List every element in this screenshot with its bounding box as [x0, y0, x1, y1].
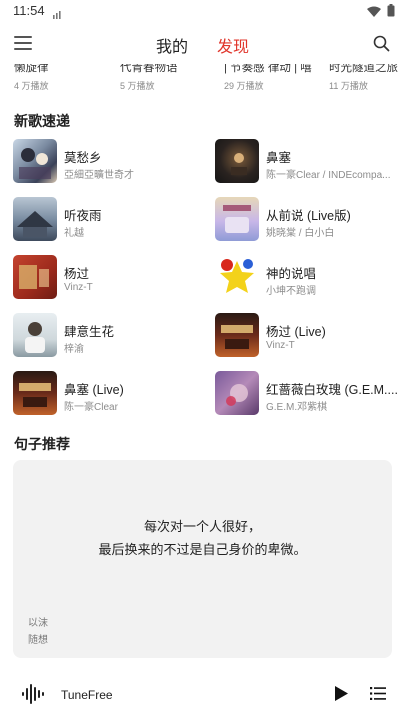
- playlist-title: 懒旋律: [14, 64, 49, 74]
- song-item[interactable]: 红蔷薇白玫瑰 (G.E.M.... G.E.M.邓紫棋: [215, 369, 405, 417]
- song-name: 红蔷薇白玫瑰 (G.E.M....: [266, 383, 398, 397]
- song-name: 鼻塞: [266, 151, 292, 165]
- song-item[interactable]: 鼻塞 陈一豪Clear / INDEcompa...: [215, 137, 405, 185]
- menu-icon[interactable]: [14, 36, 32, 52]
- song-artist: Vinz-T: [266, 340, 295, 351]
- album-cover: [13, 197, 57, 241]
- song-name: 听夜雨: [64, 209, 102, 223]
- song-item[interactable]: 从前说 (Live版) 姚晓棠 / 白小白: [215, 195, 405, 243]
- song-item[interactable]: 听夜雨 礼越: [13, 195, 203, 243]
- section-title-new-songs: 新歌速递: [14, 113, 70, 129]
- playlist-strip: 懒旋律 4 万播放 代青春物语 5 万播放 | 节奏感 律动 | 嘻 29 万播…: [0, 64, 405, 96]
- song-name: 鼻塞 (Live): [64, 383, 124, 397]
- album-cover: [13, 255, 57, 299]
- song-item[interactable]: 莫愁乡 亞細亞曠世奇才: [13, 137, 203, 185]
- album-cover: [215, 139, 259, 183]
- album-cover: [13, 139, 57, 183]
- mini-player[interactable]: TuneFree: [0, 674, 405, 714]
- section-title-quote: 句子推荐: [14, 436, 70, 452]
- quote-source: 随想: [28, 635, 48, 646]
- quote-text: 每次对一个人很好， 最后换来的不过是自己身价的卑微。: [13, 515, 392, 561]
- song-artist: 陈一豪Clear: [64, 402, 118, 413]
- song-name: 杨过 (Live): [266, 325, 326, 339]
- search-icon[interactable]: [373, 35, 390, 57]
- playlist-queue-icon[interactable]: [370, 687, 386, 705]
- status-bar: 11:54: [0, 0, 405, 22]
- album-cover: [215, 371, 259, 415]
- quote-card[interactable]: 每次对一个人很好， 最后换来的不过是自己身价的卑微。 以沫 随想: [13, 460, 392, 658]
- song-item[interactable]: 鼻塞 (Live) 陈一豪Clear: [13, 369, 203, 417]
- playlist-title: 时光隧道之旅: [329, 64, 398, 74]
- play-icon[interactable]: [334, 686, 348, 706]
- song-artist: G.E.M.邓紫棋: [266, 402, 328, 413]
- song-item[interactable]: 神的说唱 小坤不跑调: [215, 253, 405, 301]
- album-cover: [215, 313, 259, 357]
- wifi-icon: [367, 4, 381, 22]
- playlist-title: | 节奏感 律动 | 嘻: [224, 64, 312, 74]
- album-cover: [13, 313, 57, 357]
- playlist-play-count: 4 万播放: [14, 81, 49, 91]
- playlist-card[interactable]: 懒旋律 4 万播放: [14, 64, 104, 92]
- signal-activity-icon: [53, 6, 61, 24]
- playlist-play-count: 5 万播放: [120, 81, 155, 91]
- status-time: 11:54: [13, 3, 45, 18]
- player-title: TuneFree: [61, 688, 113, 702]
- playlist-card[interactable]: 时光隧道之旅 11 万播放: [329, 64, 405, 92]
- song-artist: 亞細亞曠世奇才: [64, 170, 134, 181]
- song-item[interactable]: 肆意生花 梓渝: [13, 311, 203, 359]
- song-item[interactable]: 杨过 (Live) Vinz-T: [215, 311, 405, 359]
- song-name: 杨过: [64, 267, 90, 281]
- song-name: 肆意生花: [64, 325, 115, 339]
- quote-line: 最后换来的不过是自己身价的卑微。: [98, 542, 307, 557]
- waveform-icon: [22, 684, 46, 709]
- song-artist: 礼越: [64, 228, 84, 239]
- song-name: 神的说唱: [266, 267, 317, 281]
- song-name: 从前说 (Live版): [266, 209, 351, 223]
- album-cover: [215, 197, 259, 241]
- battery-icon: [387, 4, 395, 22]
- quote-author: 以沫: [28, 618, 48, 629]
- app-header: 我的 发现: [0, 28, 405, 62]
- song-artist: 小坤不跑调: [266, 286, 316, 297]
- song-artist: 陈一豪Clear / INDEcompa...: [266, 170, 391, 181]
- song-name: 莫愁乡: [64, 151, 102, 165]
- song-artist: Vinz-T: [64, 282, 93, 293]
- tab-discover[interactable]: 发现: [217, 33, 249, 57]
- song-artist: 梓渝: [64, 344, 84, 355]
- album-cover: [13, 371, 57, 415]
- playlist-title: 代青春物语: [120, 64, 178, 74]
- song-artist: 姚晓棠 / 白小白: [266, 228, 335, 239]
- tab-mine[interactable]: 我的: [156, 33, 188, 57]
- playlist-card[interactable]: | 节奏感 律动 | 嘻 29 万播放: [224, 64, 316, 92]
- playlist-card[interactable]: 代青春物语 5 万播放: [120, 64, 215, 92]
- playlist-play-count: 11 万播放: [329, 81, 368, 91]
- playlist-play-count: 29 万播放: [224, 81, 264, 91]
- song-item[interactable]: 杨过 Vinz-T: [13, 253, 203, 301]
- quote-line: 每次对一个人很好，: [143, 519, 261, 534]
- album-cover: [215, 255, 259, 299]
